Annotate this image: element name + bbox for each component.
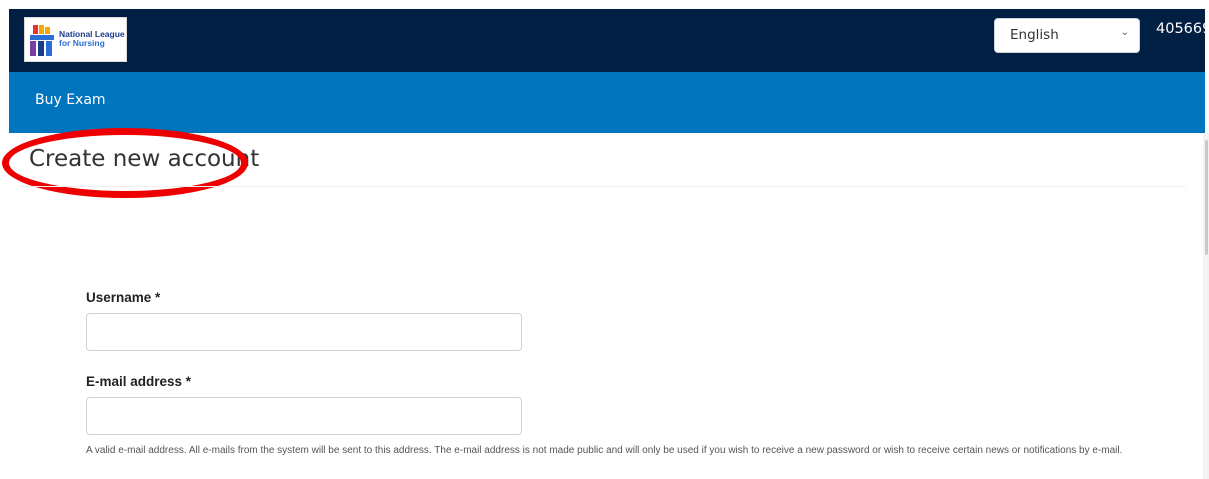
email-label: E-mail address * — [86, 374, 192, 389]
language-select[interactable]: English ⌄ — [994, 18, 1140, 53]
user-id[interactable]: 405669 — [1156, 21, 1209, 37]
top-header: National League for Nursing English ⌄ 40… — [9, 9, 1209, 72]
highlight-annotation — [2, 128, 248, 198]
language-select-value: English — [1010, 27, 1059, 43]
username-label: Username * — [86, 290, 161, 305]
scrollbar-thumb[interactable] — [1205, 140, 1208, 255]
email-input[interactable] — [86, 397, 522, 435]
logo-mark-icon — [30, 25, 54, 56]
username-input[interactable] — [86, 313, 522, 351]
logo-text-line2: for Nursing — [59, 38, 105, 48]
nln-logo[interactable]: National League for Nursing — [24, 17, 127, 62]
nav-item-buy-exam[interactable]: Buy Exam — [35, 92, 106, 108]
title-divider — [20, 186, 1186, 187]
chevron-down-icon: ⌄ — [1120, 27, 1129, 38]
email-help-text: A valid e-mail address. All e-mails from… — [86, 445, 1123, 456]
main-nav: Buy Exam — [9, 72, 1205, 133]
